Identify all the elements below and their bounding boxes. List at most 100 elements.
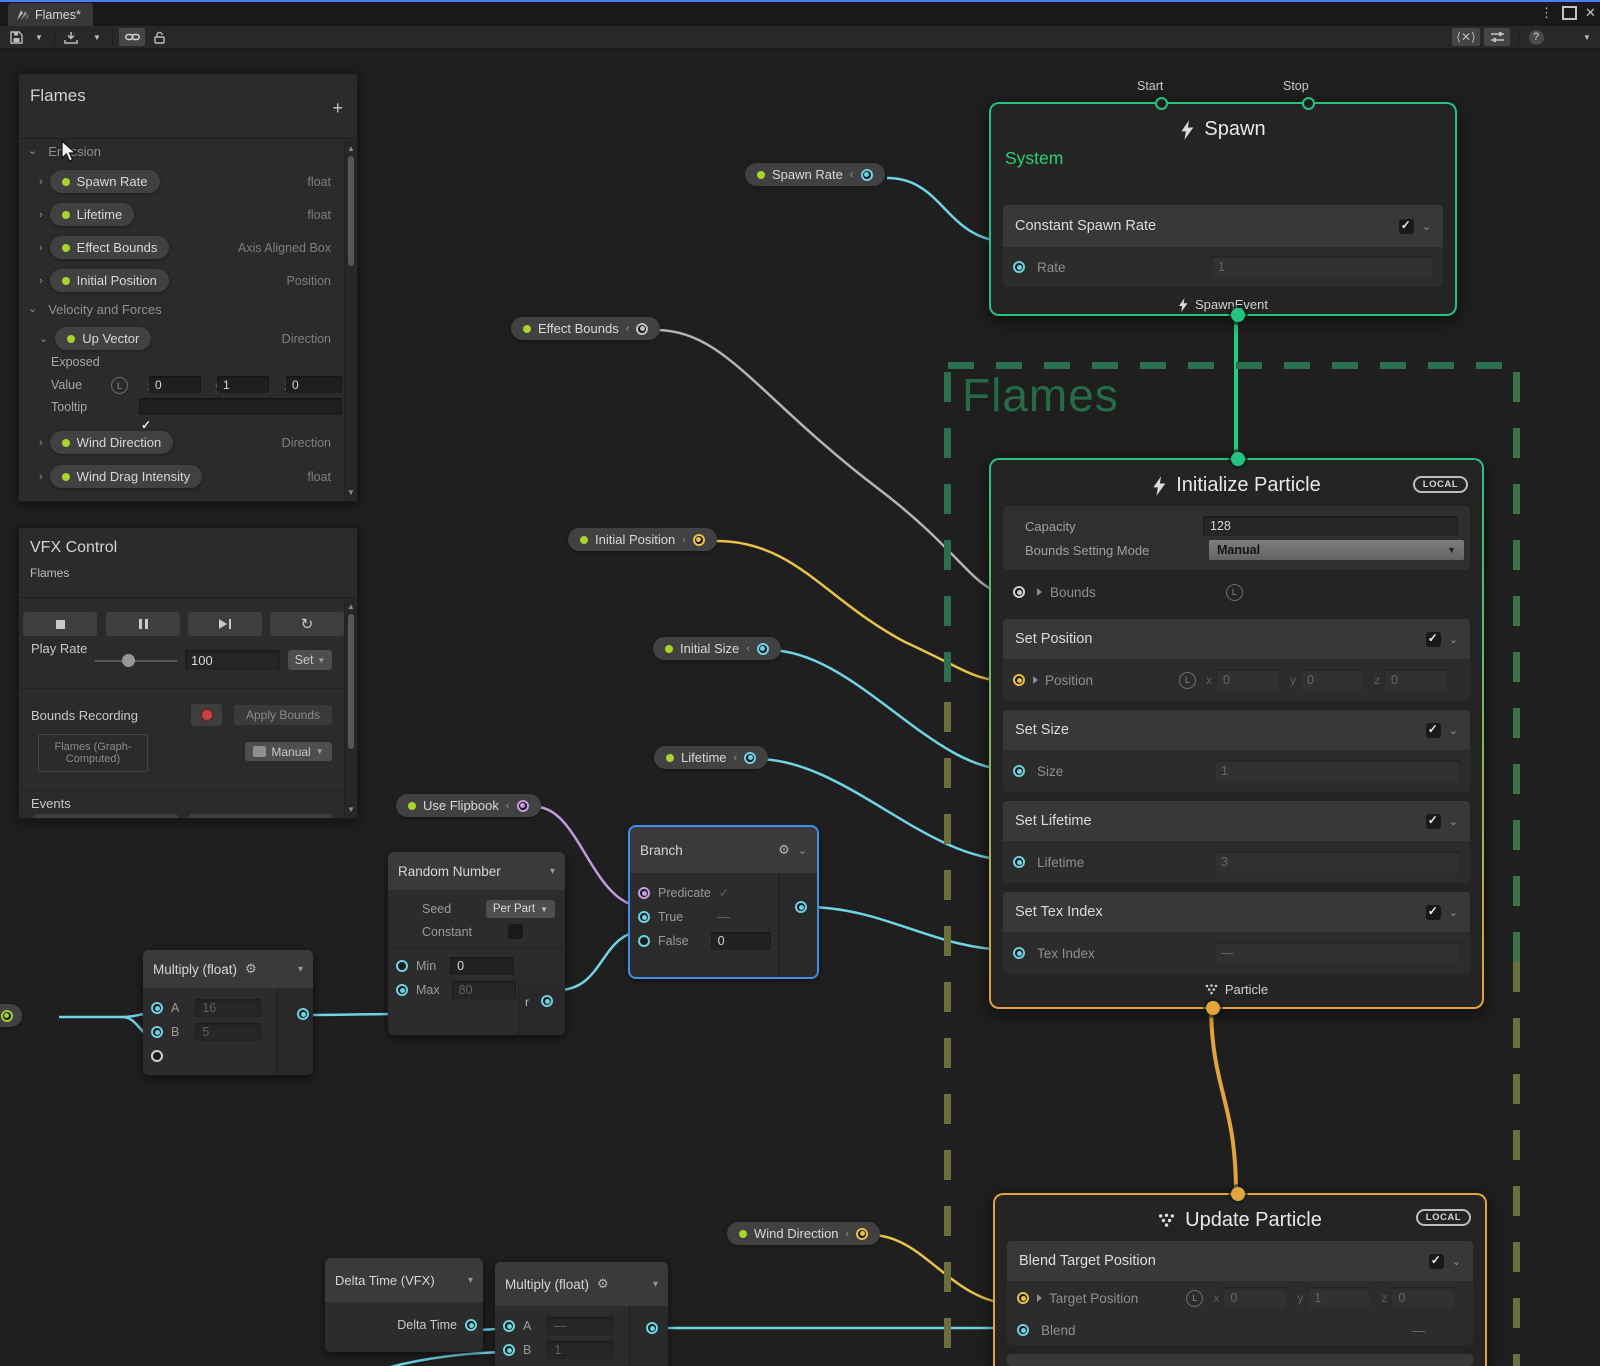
collapse-icon[interactable]: ▾ — [653, 1279, 658, 1290]
param-row-up-vector[interactable]: ⌄ Up Vector — [39, 327, 151, 350]
true-input-port[interactable] — [638, 911, 650, 923]
node-random-number[interactable]: Random Number ▾ Seed Per Part ▼ Constant… — [388, 852, 565, 1035]
wire-multiply-to-max[interactable] — [305, 1014, 398, 1015]
constant-spawn-rate-block[interactable]: Constant Spawn Rate ⌄ Rate 1 — [1003, 205, 1443, 287]
gear-icon[interactable]: ⚙ — [778, 842, 790, 858]
parameter-node-use-flipbook[interactable]: Use Flipbook ‹ — [396, 794, 541, 817]
bounds-mode-dropdown[interactable]: Manual ▼ — [245, 742, 332, 761]
scroll-down-icon[interactable]: ▼ — [345, 805, 357, 814]
help-icon[interactable]: ? — [1526, 28, 1546, 46]
parameter-node-wind-direction[interactable]: Wind Direction ‹ — [727, 1222, 880, 1245]
flow-port-update-in[interactable] — [1231, 1187, 1245, 1201]
position-x-field[interactable]: 0 — [1216, 669, 1280, 691]
block-collapse-icon[interactable]: ⌄ — [1449, 906, 1458, 919]
parameter-node-initial-position[interactable]: Initial Position ‹ — [568, 528, 717, 551]
node-multiply-float-1[interactable]: Multiply (float) ⚙ ▾ A 16 B 5 — [143, 950, 313, 1075]
expand-triangle-icon[interactable] — [1033, 676, 1038, 684]
node-delta-time[interactable]: Delta Time (VFX) ▾ Delta Time — [325, 1258, 483, 1352]
target-position-input-port[interactable] — [1017, 1292, 1029, 1304]
collapse-icon[interactable]: ▾ — [468, 1275, 473, 1286]
record-button[interactable] — [191, 704, 222, 726]
collapse-chevron-icon[interactable]: ‹ — [850, 169, 854, 181]
size-input-port[interactable] — [1013, 765, 1025, 777]
min-field[interactable]: 0 — [450, 957, 514, 975]
collapse-chevron-icon[interactable]: ‹ — [734, 752, 738, 764]
delta-time-output-port[interactable] — [465, 1319, 477, 1331]
output-port[interactable] — [1, 1010, 13, 1022]
b-input-port[interactable] — [503, 1344, 515, 1356]
wire-initial-position[interactable] — [716, 541, 1011, 681]
set-position-block[interactable]: Set Position ⌄ Position x0 y0 z0 — [1003, 619, 1470, 701]
parameter-node-spawn-rate[interactable]: Spawn Rate ‹ — [745, 163, 885, 186]
attach-toggle-icon[interactable]: ⟨✕⟩ — [1452, 28, 1480, 46]
play-rate-slider-handle[interactable] — [122, 654, 135, 667]
output-port[interactable] — [517, 800, 529, 812]
parameter-node-effect-bounds[interactable]: Effect Bounds ‹ — [511, 317, 660, 340]
vfx-control-scrollbar[interactable]: ▲ ▼ — [344, 598, 357, 818]
false-field[interactable]: 0 — [711, 932, 771, 950]
block-collapse-icon[interactable]: ⌄ — [1452, 1255, 1461, 1268]
rate-field[interactable]: 1 — [1211, 256, 1433, 278]
output-port[interactable] — [861, 169, 873, 181]
save-as-icon[interactable] — [60, 28, 82, 46]
onstop-button-clipped[interactable] — [189, 814, 332, 819]
restart-button[interactable]: ↻ — [270, 612, 344, 636]
category-velocity-and-forces[interactable]: ⌄ Velocity and Forces — [28, 302, 162, 317]
gear-icon[interactable]: ⚙ — [597, 1276, 609, 1292]
wire-effect-bounds[interactable] — [655, 330, 1011, 594]
parameter-node-lifetime[interactable]: Lifetime ‹ — [654, 746, 768, 769]
false-input-port[interactable] — [638, 935, 650, 947]
output-port[interactable] — [636, 323, 648, 335]
node-multiply-float-2[interactable]: Multiply (float) ⚙ ▾ A — B 1 — [495, 1262, 668, 1366]
blend-input-port[interactable] — [1017, 1324, 1029, 1336]
block-collapse-icon[interactable]: ⌄ — [1449, 633, 1458, 646]
flow-port-initialize-in[interactable] — [1231, 452, 1245, 466]
parameter-node-size[interactable]: Size ‹ — [0, 1004, 22, 1027]
settings-sliders-icon[interactable] — [1484, 28, 1510, 46]
block-enabled-checkbox[interactable] — [1426, 723, 1441, 738]
save-icon[interactable] — [6, 28, 26, 46]
output-port[interactable] — [744, 752, 756, 764]
collapse-chevron-icon[interactable]: ‹ — [682, 534, 686, 546]
capacity-field[interactable]: 128 — [1203, 516, 1458, 536]
local-space-icon[interactable] — [111, 377, 128, 394]
play-rate-field[interactable]: 100 — [185, 650, 280, 670]
stop-button[interactable] — [23, 612, 97, 636]
rate-input-port[interactable] — [1013, 261, 1025, 273]
flow-port-spawnevent-out[interactable] — [1231, 308, 1245, 322]
block-collapse-icon[interactable]: ⌄ — [1449, 815, 1458, 828]
param-row-effect-bounds[interactable]: › Effect Bounds — [39, 236, 169, 259]
block-enabled-checkbox[interactable] — [1426, 632, 1441, 647]
block-collapse-icon[interactable]: ⌄ — [1449, 724, 1458, 737]
b-input-port[interactable] — [151, 1026, 163, 1038]
collapse-icon[interactable]: ⌄ — [798, 844, 807, 857]
collapse-icon[interactable]: ▾ — [550, 866, 555, 877]
bounds-input-port[interactable] — [1013, 586, 1025, 598]
set-button[interactable]: Set▼ — [288, 650, 332, 670]
add-parameter-button[interactable]: + — [332, 98, 343, 119]
flow-port-start[interactable] — [1155, 97, 1168, 110]
local-space-icon[interactable] — [1226, 584, 1243, 601]
collapse-icon[interactable]: ▾ — [298, 964, 303, 975]
param-row-lifetime[interactable]: › Lifetime — [39, 203, 134, 226]
scroll-down-icon[interactable]: ▼ — [345, 488, 357, 497]
wire-initialize-to-update[interactable] — [1211, 1003, 1236, 1193]
collapse-chevron-icon[interactable]: ‹ — [626, 323, 630, 335]
node-update-particle[interactable]: Update Particle LOCAL Blend Target Posit… — [993, 1193, 1487, 1366]
b-field[interactable]: 1 — [547, 1341, 613, 1359]
unlock-icon[interactable] — [149, 28, 169, 46]
a-field[interactable]: — — [547, 1317, 613, 1335]
position-input-port[interactable] — [1013, 674, 1025, 686]
block-collapse-icon[interactable]: ⌄ — [1422, 220, 1431, 233]
param-row-wind-direction[interactable]: › Wind Direction — [39, 431, 173, 454]
pause-button[interactable] — [106, 612, 180, 636]
node-branch[interactable]: Branch ⚙ ⌄ Predicate ✓ True — False 0 — [630, 827, 817, 977]
add-input-port[interactable] — [151, 1050, 163, 1062]
tex-index-field[interactable]: — — [1214, 942, 1460, 964]
param-row-spawn-rate[interactable]: › Spawn Rate — [39, 170, 160, 193]
tab-flames[interactable]: Flames* — [8, 3, 93, 26]
save-as-dropdown-icon[interactable]: ▼ — [88, 28, 106, 46]
block-enabled-checkbox[interactable] — [1399, 219, 1414, 234]
gear-icon[interactable]: ⚙ — [245, 961, 257, 977]
onplay-button-clipped[interactable] — [33, 814, 178, 819]
